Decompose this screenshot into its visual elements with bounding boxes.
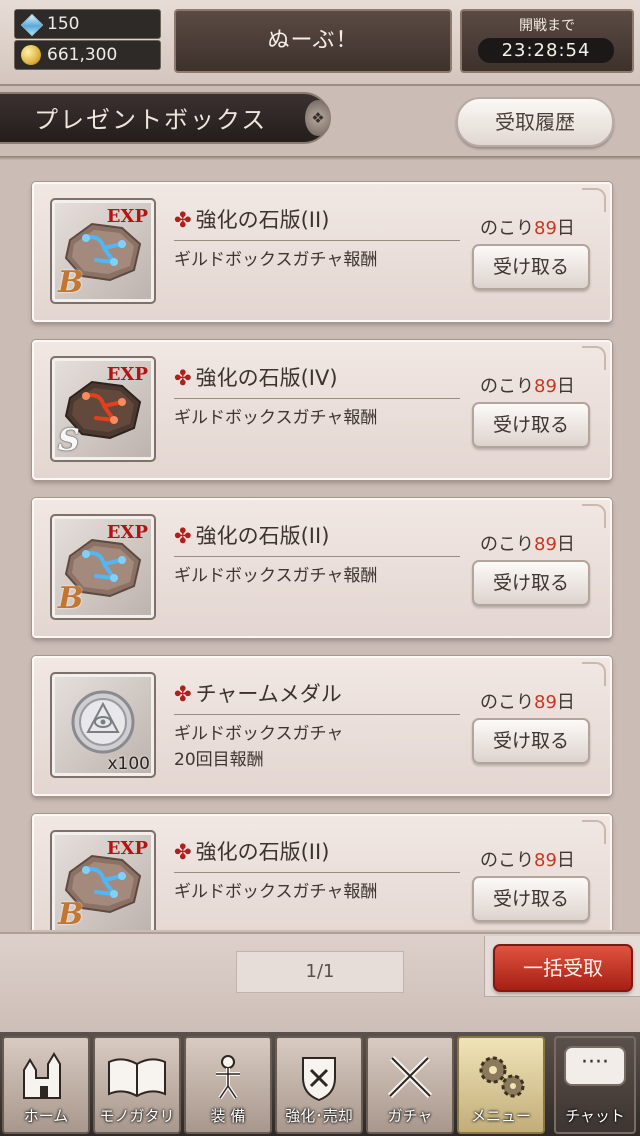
item-mark-icon: ✤ (174, 208, 192, 232)
nav-menu[interactable]: メニュー (457, 1036, 545, 1134)
exp-tablet-red-icon: EXP S (50, 356, 156, 462)
gold-count: 661,300 (47, 45, 118, 65)
exp-label: EXP (106, 838, 148, 859)
timer-label: 開戦まで (519, 18, 575, 34)
bottom-nav: ホーム モノガタリ 装 備 強化･売却 ガチャ メニュー ···· チャット (0, 1032, 640, 1136)
nav-equipment[interactable]: 装 備 (184, 1036, 272, 1134)
item-description: ギルドボックスガチャ 20回目報酬 (174, 724, 344, 770)
nav-label: ガチャ (387, 1107, 433, 1125)
enhance-icon (302, 1057, 336, 1102)
remaining-days: のこり89日 (480, 534, 575, 555)
present-list[interactable]: EXP B ✤ 強化の石版(II) ギルドボックスガチャ報酬 のこり89日 受け取… (0, 162, 640, 930)
item-title: ✤ 強化の石版(II) (174, 836, 329, 866)
list-item: x100 ✤ チャームメダル ギルドボックスガチャ 20回目報酬 のこり89日 受… (32, 656, 612, 796)
nav-home[interactable]: ホーム (2, 1036, 90, 1134)
item-mark-icon: ✤ (174, 366, 192, 390)
castle-icon (23, 1052, 61, 1099)
page-title: プレゼントボックス (0, 92, 330, 144)
footer-panel: 1/1 一括受取 (0, 932, 640, 1032)
item-description: ギルドボックスガチャ報酬 (174, 882, 378, 902)
history-button[interactable]: 受取履歴 (456, 97, 614, 147)
exp-label: EXP (106, 364, 148, 385)
remaining-days: のこり89日 (480, 692, 575, 713)
divider (174, 240, 460, 241)
item-name: 強化の石版(II) (195, 208, 330, 232)
charm-medal-icon: x100 (50, 672, 156, 778)
nav-enhance[interactable]: 強化･売却 (275, 1036, 363, 1134)
nav-label: 強化･売却 (285, 1107, 353, 1125)
rank-badge: B (58, 265, 84, 300)
divider (174, 398, 460, 399)
item-description: ギルドボックスガチャ報酬 (174, 408, 378, 428)
timer-value: 23:28:54 (478, 38, 614, 63)
title-bar: プレゼントボックス ❖ 受取履歴 (0, 88, 640, 150)
item-name: 強化の石版(IV) (195, 366, 338, 390)
item-title: ✤ 強化の石版(II) (174, 520, 329, 550)
exp-label: EXP (106, 206, 148, 227)
item-quantity: x100 (107, 754, 150, 774)
page-indicator: 1/1 (236, 951, 404, 993)
receive-button[interactable]: 受け取る (472, 402, 590, 448)
divider (174, 556, 460, 557)
receive-button[interactable]: 受け取る (472, 244, 590, 290)
divider (174, 714, 460, 715)
item-title: ✤ チャームメダル (174, 678, 342, 708)
item-name: チャームメダル (195, 682, 342, 706)
list-item: EXP B ✤ 強化の石版(II) ギルドボックスガチャ報酬 のこり89日 受け取… (32, 814, 612, 930)
exp-tablet-blue-icon: EXP B (50, 198, 156, 304)
gears-icon (479, 1056, 525, 1098)
remaining-days: のこり89日 (480, 850, 575, 871)
gem-counter: 150 (14, 9, 161, 39)
chat-bubble-icon: ···· (564, 1046, 626, 1086)
battle-timer: 開戦まで 23:28:54 (460, 9, 634, 73)
exp-label: EXP (106, 522, 148, 543)
remaining-days: のこり89日 (480, 218, 575, 239)
item-mark-icon: ✤ (174, 840, 192, 864)
item-title: ✤ 強化の石版(IV) (174, 362, 338, 392)
nav-label: ホーム (23, 1107, 69, 1125)
bulk-receive-button[interactable]: 一括受取 (493, 944, 633, 992)
item-description: ギルドボックスガチャ報酬 (174, 566, 378, 586)
divider (0, 156, 640, 160)
receive-button[interactable]: 受け取る (472, 876, 590, 922)
coin-icon (21, 45, 41, 65)
chat-button[interactable]: ···· チャット (554, 1036, 636, 1134)
remaining-days: のこり89日 (480, 376, 575, 397)
divider (174, 872, 460, 873)
nav-story[interactable]: モノガタリ (93, 1036, 181, 1134)
rank-badge: B (58, 581, 84, 616)
equipment-icon (216, 1055, 240, 1100)
book-icon (108, 1058, 166, 1098)
item-name: 強化の石版(II) (195, 524, 330, 548)
item-title: ✤ 強化の石版(II) (174, 204, 329, 234)
list-item: EXP S ✤ 強化の石版(IV) ギルドボックスガチャ報酬 のこり89日 受け取… (32, 340, 612, 480)
status-bar: 150 661,300 ぬーぶ！ 開戦まで 23:28:54 (0, 0, 640, 86)
item-mark-icon: ✤ (174, 682, 192, 706)
receive-button[interactable]: 受け取る (472, 560, 590, 606)
bulk-receive-area: 一括受取 (484, 936, 640, 997)
receive-button[interactable]: 受け取る (472, 718, 590, 764)
item-description: ギルドボックスガチャ報酬 (174, 250, 378, 270)
ornament-icon: ❖ (305, 100, 331, 136)
item-mark-icon: ✤ (174, 524, 192, 548)
player-name[interactable]: ぬーぶ！ (174, 9, 452, 73)
list-item: EXP B ✤ 強化の石版(II) ギルドボックスガチャ報酬 のこり89日 受け取… (32, 498, 612, 638)
nav-label: メニュー (470, 1107, 531, 1125)
crossed-swords-icon (387, 1055, 433, 1099)
item-name: 強化の石版(II) (195, 840, 330, 864)
nav-gacha[interactable]: ガチャ (366, 1036, 454, 1134)
nav-label: モノガタリ (99, 1107, 175, 1125)
rank-badge: S (58, 423, 80, 458)
gem-count: 150 (47, 14, 80, 34)
gold-counter: 661,300 (14, 40, 161, 70)
list-item: EXP B ✤ 強化の石版(II) ギルドボックスガチャ報酬 のこり89日 受け取… (32, 182, 612, 322)
rank-badge: B (58, 897, 84, 930)
exp-tablet-blue-icon: EXP B (50, 830, 156, 930)
gem-icon (20, 13, 44, 37)
exp-tablet-blue-icon: EXP B (50, 514, 156, 620)
nav-label: 装 備 (210, 1107, 246, 1125)
chat-label: チャット (565, 1107, 625, 1125)
